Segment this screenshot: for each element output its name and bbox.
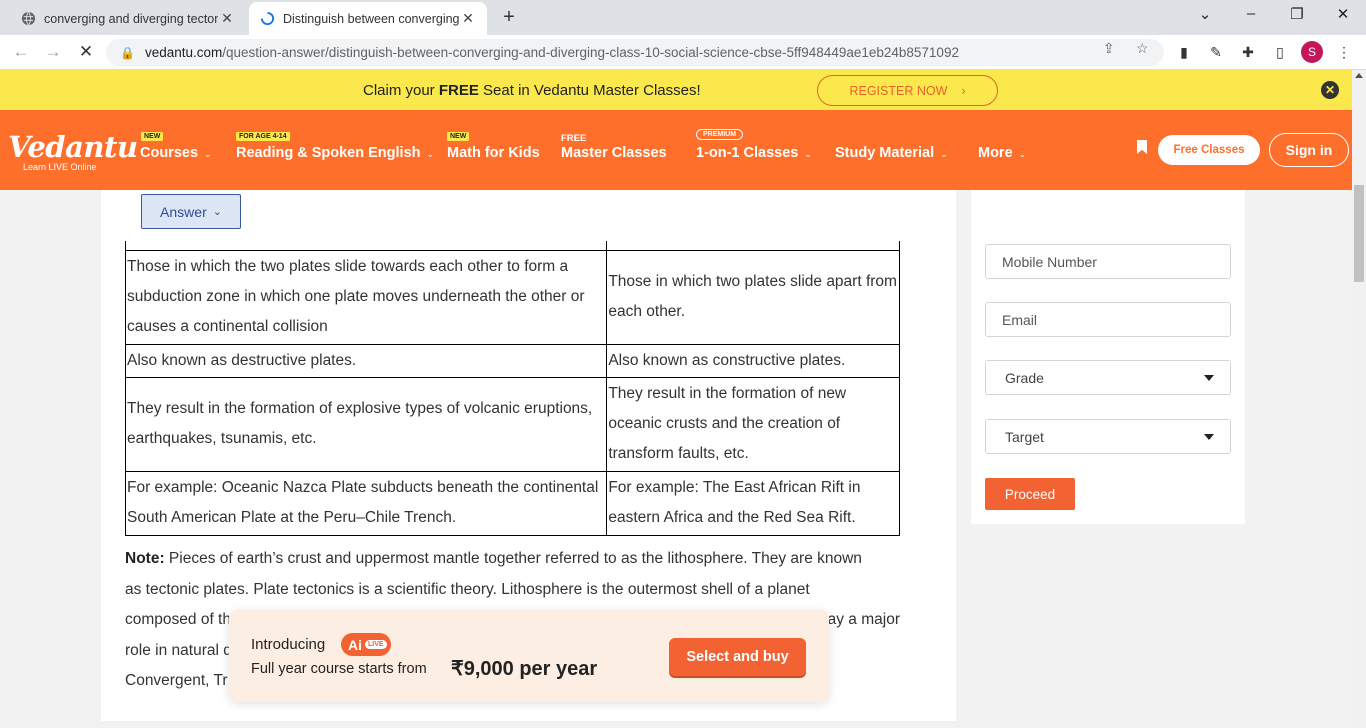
chevron-down-icon: ⌄ <box>204 149 212 159</box>
loading-spinner-icon <box>259 11 275 27</box>
minimize-icon[interactable]: – <box>1241 5 1261 22</box>
ai-live-badge: Ai LIVE <box>341 633 391 656</box>
tab-title: converging and diverging tecton <box>44 11 218 26</box>
table-cell: Those in which two plates slide apart fr… <box>606 249 900 345</box>
mobile-number-field[interactable]: Mobile Number <box>985 244 1231 279</box>
age-badge: FOR AGE 4-14 <box>236 132 290 141</box>
signup-form-card <box>971 190 1245 524</box>
tab-search-chevron-icon[interactable]: ⌄ <box>1195 5 1215 23</box>
introducing-text: Introducing <box>251 636 326 653</box>
sign-in-button[interactable]: Sign in <box>1269 133 1349 167</box>
back-icon[interactable]: ← <box>10 42 32 62</box>
table-cell: Those in which the two plates slide towa… <box>124 249 608 345</box>
promo-banner: Claim your FREE Seat in Vedantu Master C… <box>0 70 1352 110</box>
restore-icon[interactable]: ❐ <box>1287 5 1307 23</box>
page-scrollbar[interactable] <box>1352 70 1366 728</box>
chevron-right-icon: › <box>961 83 966 98</box>
bookmark-icon[interactable] <box>1137 140 1147 154</box>
chevron-down-icon: ⌄ <box>426 149 435 159</box>
scrollbar-thumb[interactable] <box>1354 185 1364 282</box>
chevron-down-icon: ⌄ <box>1018 149 1027 159</box>
side-panel-icon[interactable]: ▯ <box>1270 44 1290 61</box>
nav-math-for-kids[interactable]: Math for Kids <box>447 145 540 161</box>
share-icon[interactable]: ⇪ <box>1103 40 1115 57</box>
globe-icon <box>20 11 36 27</box>
browser-tab-strip: converging and diverging tecton ✕ Distin… <box>0 0 1366 35</box>
new-badge: NEW <box>141 132 164 141</box>
nav-reading-spoken-english[interactable]: Reading & Spoken English ⌄ <box>236 145 434 161</box>
extensions-icon[interactable]: ✚ <box>1238 44 1258 61</box>
stop-loading-icon[interactable]: ✕ <box>75 42 97 62</box>
tab-title: Distinguish between converging <box>283 11 459 26</box>
forward-icon[interactable]: → <box>42 42 64 62</box>
url-domain: vedantu.com <box>144 45 223 60</box>
course-price: ₹9,000 per year <box>451 658 598 680</box>
table-cell: They result in the formation of new ocea… <box>606 376 900 472</box>
nav-courses[interactable]: Courses ⌄ <box>140 145 212 161</box>
target-select[interactable]: Target <box>985 419 1231 454</box>
table-row: Also known as destructive plates. Also k… <box>124 343 900 378</box>
url-path: /question-answer/distinguish-between-con… <box>222 45 959 60</box>
site-navbar: Vedantu Learn LIVE Online NEW Courses ⌄ F… <box>0 110 1352 190</box>
free-classes-button[interactable]: Free Classes <box>1158 135 1260 165</box>
promo-text: Claim your FREE Seat in Vedantu Master C… <box>363 82 701 99</box>
table-row: Those in which the two plates slide towa… <box>124 249 900 345</box>
table-row: They result in the formation of explosiv… <box>124 376 900 472</box>
close-window-icon[interactable]: ✕ <box>1333 5 1353 23</box>
menu-kebab-icon[interactable]: ⋮ <box>1334 44 1354 61</box>
browser-tab-2[interactable]: Distinguish between converging ✕ <box>249 2 487 35</box>
table-row <box>124 241 900 251</box>
comparison-table: Those in which the two plates slide towa… <box>124 241 900 536</box>
tab-close-icon[interactable]: ✕ <box>459 10 477 27</box>
close-icon[interactable]: ✕ <box>1321 81 1339 99</box>
tab-close-icon[interactable]: ✕ <box>218 10 236 27</box>
nav-1on1-classes[interactable]: 1-on-1 Classes ⌄ <box>696 145 812 161</box>
lock-icon: 🔒 <box>120 45 135 60</box>
course-price-label: Full year course starts from <box>251 661 427 677</box>
free-badge: FREE <box>561 133 587 144</box>
new-badge: NEW <box>447 132 470 141</box>
ai-live-promo-popup: Introducing Ai LIVE Full year course star… <box>229 610 829 702</box>
caret-down-icon <box>1204 375 1214 381</box>
nav-study-material[interactable]: Study Material ⌄ <box>835 145 948 161</box>
browser-toolbar: ← → ✕ 🔒 vedantu.com/question-answer/dist… <box>0 35 1366 70</box>
premium-badge: PREMIUM <box>696 129 744 140</box>
new-tab-plus-icon[interactable]: + <box>498 6 520 29</box>
bookmark-star-icon[interactable]: ☆ <box>1136 40 1149 57</box>
table-cell <box>606 241 900 251</box>
table-cell <box>124 241 608 251</box>
chevron-down-icon: ⌄ <box>804 149 812 159</box>
table-cell: For example: The East African Rift in ea… <box>606 470 900 536</box>
caret-down-icon <box>1204 434 1214 440</box>
browser-tab-1[interactable]: converging and diverging tecton ✕ <box>10 2 246 35</box>
select-and-buy-button[interactable]: Select and buy <box>669 638 806 676</box>
table-cell: Also known as constructive plates. <box>606 343 900 378</box>
chevron-down-icon: ⌄ <box>940 149 948 159</box>
vedantu-logo[interactable]: Vedantu Learn LIVE Online <box>8 130 138 172</box>
proceed-button[interactable]: Proceed <box>985 478 1075 510</box>
answer-toggle-button[interactable]: Answer ⌄ <box>141 194 241 229</box>
double-chevron-down-icon: ⌄ <box>212 206 222 218</box>
register-now-button[interactable]: REGISTER NOW › <box>817 75 998 106</box>
table-cell: Also known as destructive plates. <box>124 343 608 378</box>
table-row: For example: Oceanic Nazca Plate subduct… <box>124 470 900 536</box>
grade-select[interactable]: Grade <box>985 360 1231 395</box>
table-cell: For example: Oceanic Nazca Plate subduct… <box>124 470 608 536</box>
scroll-up-arrow-icon[interactable] <box>1355 73 1363 78</box>
table-cell: They result in the formation of explosiv… <box>124 376 608 472</box>
media-icon[interactable]: ▮ <box>1174 44 1194 61</box>
address-bar[interactable]: 🔒 vedantu.com/question-answer/distinguis… <box>106 39 1164 66</box>
email-field[interactable]: Email <box>985 302 1231 337</box>
nav-master-classes[interactable]: Master Classes <box>561 145 667 161</box>
eyedropper-icon[interactable]: ✎ <box>1206 44 1226 61</box>
nav-more[interactable]: More ⌄ <box>978 145 1026 161</box>
profile-avatar[interactable]: S <box>1301 41 1323 63</box>
